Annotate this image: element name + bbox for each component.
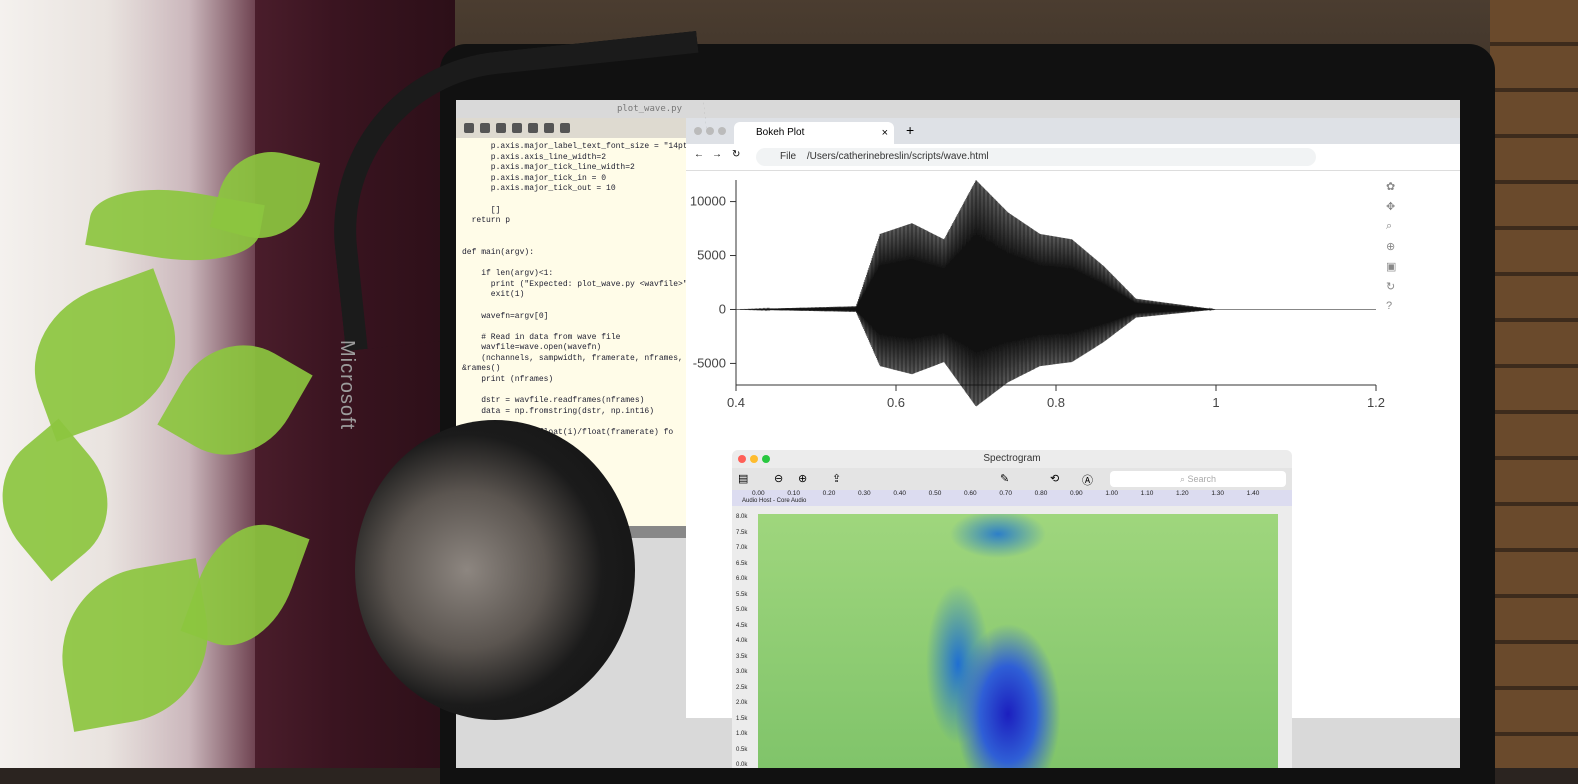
freq-tick-label: 2.5k <box>736 684 748 691</box>
freq-tick-label: 4.5k <box>736 622 748 629</box>
time-tick-label: 1.00 <box>1105 490 1118 497</box>
spec-close-button[interactable] <box>738 455 746 463</box>
spectrogram-titlebar: Spectrogram <box>732 450 1292 468</box>
x-tick-label: 0.4 <box>727 395 745 410</box>
freq-tick-label: 0.5k <box>736 746 748 753</box>
freq-tick-label: 1.0k <box>736 731 748 737</box>
box-zoom-icon[interactable]: ⌕ <box>1386 220 1402 233</box>
time-ruler: 0.00 0.10 0.20 0.30 0.40 0.50 0.60 0.70 0.80 0.90… <box>732 490 1292 506</box>
freq-tick-label: 3.0k <box>736 669 748 675</box>
time-tick-label: 0.70 <box>999 490 1012 497</box>
time-tick-label: 0.20 <box>822 490 836 497</box>
search-placeholder: Search <box>1187 474 1217 484</box>
waveform-line <box>736 179 1376 407</box>
time-tick-label: 1.40 <box>1246 490 1260 497</box>
freq-tick-label: 4.0k <box>736 638 748 644</box>
frequency-axis: 8.0k 7.5k 7.0k 6.5k 6.0k 5.5k 5.0k 4.5k 4.0k 3.5k… <box>732 514 758 768</box>
time-tick-label: 0.30 <box>858 490 871 497</box>
zoom-window-button[interactable] <box>718 127 726 135</box>
spectrogram-window: Spectrogram ▤ ⊖ ⊕ ⇪ ✎ ⟲ Ⓐ ⌕ Search 0.00 0… <box>732 450 1292 768</box>
bokeh-toolbar: ✿ ✥ ⌕ ⊕ ▣ ↻ ? <box>1386 180 1402 312</box>
search-icon: ⌕ <box>1179 474 1188 484</box>
time-tick-label: 0.50 <box>928 490 942 497</box>
time-tick-label: 0.80 <box>1034 490 1048 497</box>
time-tick-label: 1.20 <box>1176 490 1189 497</box>
annotate-icon[interactable]: Ⓐ <box>1082 472 1093 488</box>
zoom-in-icon[interactable]: ⊕ <box>798 472 807 485</box>
help-icon[interactable]: ? <box>1386 300 1402 312</box>
time-tick-label: 0.60 <box>964 490 977 497</box>
x-tick-label: 0.8 <box>1047 395 1065 410</box>
tab-close-icon[interactable]: × <box>882 122 888 144</box>
freq-tick-label: 0.0k <box>736 762 748 768</box>
url-input[interactable]: File /Users/catherinebreslin/scripts/wav… <box>756 148 1316 166</box>
minimize-window-button[interactable] <box>706 127 714 135</box>
spectrogram-search-input[interactable]: ⌕ Search <box>1110 471 1286 487</box>
reset-icon[interactable]: ↻ <box>1386 280 1402 293</box>
freq-tick-label: 3.5k <box>736 653 748 660</box>
headphone-brand-logo: Microsoft <box>336 340 358 431</box>
x-tick-label: 0.6 <box>887 395 905 410</box>
spec-zoom-button[interactable] <box>762 455 770 463</box>
time-tick-label: 0.90 <box>1070 490 1083 497</box>
freq-tick-label: 5.5k <box>736 591 748 598</box>
brick-wall-right <box>1490 0 1578 768</box>
y-tick-label: -5000 <box>693 355 726 370</box>
tab-strip: Bokeh Plot × + <box>686 118 1460 144</box>
spectrogram-image <box>758 514 1278 768</box>
bokeh-logo-icon: ✿ <box>1386 181 1396 193</box>
forward-icon[interactable]: → <box>712 149 722 160</box>
rotate-icon[interactable]: ⟲ <box>1050 472 1059 485</box>
time-tick-label: 1.10 <box>1140 490 1154 497</box>
freq-tick-label: 7.0k <box>736 545 748 551</box>
new-tab-button[interactable]: + <box>906 122 914 138</box>
time-tick-label: 0.40 <box>893 490 906 497</box>
freq-tick-label: 6.5k <box>736 560 748 567</box>
time-tick-label: 0.10 <box>787 490 800 497</box>
waveform-plot: 1000050000-50000.4 0.6 0.8 1 1.2 <box>690 179 1385 410</box>
wheel-zoom-icon[interactable]: ⊕ <box>1386 240 1402 253</box>
freq-tick-label: 2.0k <box>736 700 748 706</box>
spec-minimize-button[interactable] <box>750 455 758 463</box>
reload-icon[interactable]: ↻ <box>732 149 740 160</box>
markup-icon[interactable]: ✎ <box>1000 472 1009 485</box>
time-tick-label: 1.30 <box>1211 490 1224 497</box>
spectrogram-title: Spectrogram <box>983 453 1041 464</box>
headphone-earcup <box>355 420 635 720</box>
freq-tick-label: 7.5k <box>736 529 748 536</box>
freq-tick-label: 8.0k <box>736 514 748 520</box>
zoom-out-icon[interactable]: ⊖ <box>774 472 783 485</box>
time-tick-label: 0.00 <box>752 490 765 497</box>
spectrogram-toolbar: ▤ ⊖ ⊕ ⇪ ✎ ⟲ Ⓐ ⌕ Search <box>732 468 1292 490</box>
freq-tick-label: 1.5k <box>736 715 748 722</box>
save-plot-icon[interactable]: ▣ <box>1386 260 1402 273</box>
share-icon[interactable]: ⇪ <box>832 472 841 485</box>
x-tick-label: 1.2 <box>1367 395 1385 410</box>
freq-tick-label: 6.0k <box>736 576 748 582</box>
audio-source-label: Audio Host - Core Audio <box>742 498 807 504</box>
freq-tick-label: 5.0k <box>736 607 748 613</box>
url-text: /Users/catherinebreslin/scripts/wave.htm… <box>806 151 989 162</box>
address-bar: ← → ↻ File /Users/catherinebreslin/scrip… <box>686 144 1460 171</box>
sidebar-toggle-icon[interactable]: ▤ <box>738 472 748 485</box>
tab-bokeh-plot[interactable]: Bokeh Plot × <box>734 122 894 144</box>
x-tick-label: 1 <box>1212 395 1219 410</box>
tab-title: Bokeh Plot <box>756 127 805 138</box>
pan-icon[interactable]: ✥ <box>1386 200 1402 213</box>
file-label: File <box>780 151 797 162</box>
